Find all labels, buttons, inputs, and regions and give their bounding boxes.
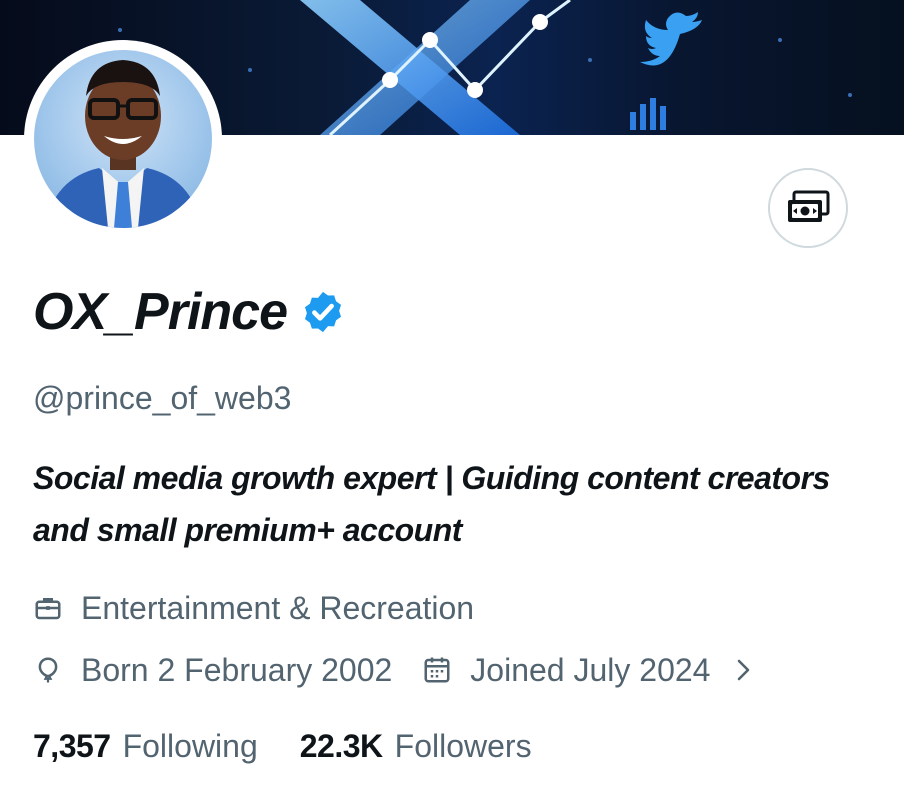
verified-badge-icon[interactable] [300,289,346,335]
followers-label: Followers [394,727,532,764]
following-link[interactable]: 7,357 Following [33,728,258,765]
chevron-right-icon[interactable] [734,656,754,684]
following-count: 7,357 [33,727,111,764]
profile-bio: Social media growth expert | Guiding con… [33,460,830,548]
following-label: Following [122,727,258,764]
briefcase-icon [33,593,63,623]
display-name: OX_Prince [33,283,288,341]
followers-link[interactable]: 22.3K Followers [300,728,532,765]
followers-count: 22.3K [299,727,383,764]
avatar-portrait [44,60,202,228]
birth-date: Born 2 February 2002 [81,651,393,688]
tip-button[interactable] [768,168,848,248]
follow-stats: 7,357 Following 22.3K Followers [33,724,532,768]
avatar[interactable] [34,50,212,228]
join-date: Joined July 2024 [470,651,711,688]
balloon-icon [33,655,63,685]
username-handle: @prince_of_web3 [33,380,292,416]
money-icon [788,190,830,222]
calendar-icon [422,655,452,685]
profile-category: Entertainment & Recreation [33,586,474,630]
profile-dates: Born 2 February 2002 Joined July 2024 [33,648,754,692]
bird-icon [640,12,702,66]
category-label: Entertainment & Recreation [81,589,475,626]
